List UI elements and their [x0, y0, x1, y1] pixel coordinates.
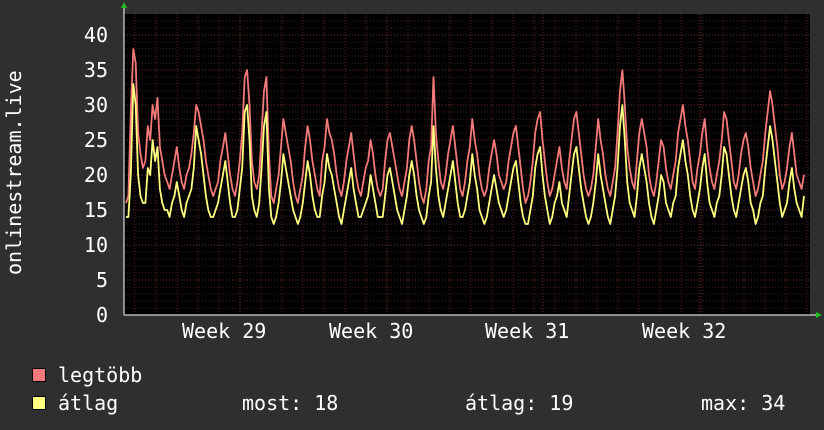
y-tick-label: 20: [84, 163, 108, 187]
stat-max: max: 34: [701, 391, 785, 415]
stat-max-value: 34: [761, 391, 786, 415]
legend-swatch-legtobb: [32, 368, 46, 382]
legend-swatch-atlag: [32, 396, 46, 410]
x-axis-arrow-icon: [816, 312, 822, 318]
stat-most-label: most:: [242, 391, 303, 415]
stat-max-label: max:: [701, 391, 750, 415]
y-tick-label: 10: [84, 233, 108, 257]
x-tick-label: Week 29: [182, 319, 266, 343]
x-tick-label: Week 31: [485, 319, 569, 343]
x-tick-label: Week 30: [329, 319, 413, 343]
legend-label-legtobb: legtöbb: [58, 363, 143, 387]
y-tick-label: 5: [96, 268, 108, 292]
stat-most-value: 18: [314, 391, 339, 415]
y-tick-label: 25: [84, 128, 108, 152]
y-tick-label: 0: [96, 303, 108, 327]
stat-atlag: átlag: 19: [465, 391, 573, 415]
stat-most: most: 18: [242, 391, 338, 415]
legend-item-legtobb: legtöbb: [32, 364, 142, 386]
y-axis-label: onlinestream.live: [2, 70, 26, 275]
legend-item-atlag: átlag: [32, 392, 118, 414]
stat-atlag-value: 19: [549, 391, 574, 415]
y-tick-label: 30: [84, 93, 108, 117]
legend-label-atlag: átlag: [58, 391, 119, 415]
x-tick-label: Week 32: [642, 319, 726, 343]
y-tick-label: 35: [84, 58, 108, 82]
y-tick-label: 15: [84, 198, 108, 222]
y-tick-label: 40: [84, 23, 108, 47]
y-axis-arrow-icon: [121, 2, 127, 8]
stat-atlag-label: átlag:: [465, 391, 538, 415]
